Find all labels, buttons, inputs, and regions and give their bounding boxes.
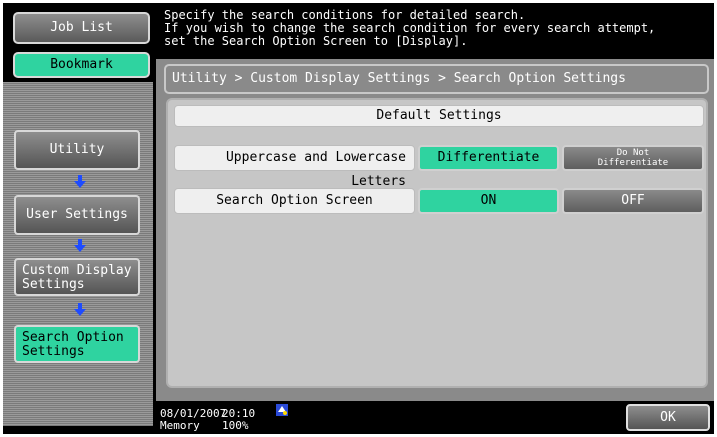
option-label: Do Not [616, 148, 650, 158]
bookmark-button[interactable]: Bookmark [13, 52, 150, 78]
search-option-screen-label: Search Option Screen [174, 188, 415, 214]
on-button[interactable]: ON [418, 188, 559, 214]
do-not-differentiate-button[interactable]: Do Not Differentiate [562, 145, 704, 171]
sidebar-item-label: Settings [22, 344, 85, 359]
message-bar: Specify the search conditions for detail… [156, 3, 714, 59]
sidebar-item-label: Settings [22, 277, 85, 292]
message-line: set the Search Option Screen to [Display… [164, 34, 468, 48]
sidebar-item-label: Custom Display [22, 263, 132, 278]
sidebar-item-search-option-settings[interactable]: Search Option Settings [14, 325, 140, 363]
option-label: Differentiate [597, 158, 669, 168]
memory-label: Memory [160, 419, 200, 432]
network-icon [276, 404, 288, 416]
screen: Job List Bookmark Utility User Settings … [0, 0, 717, 437]
down-arrow-icon [74, 239, 86, 252]
sidebar-item-user-settings[interactable]: User Settings [14, 195, 140, 235]
sidebar-item-utility[interactable]: Utility [14, 130, 140, 170]
differentiate-button[interactable]: Differentiate [418, 145, 559, 171]
breadcrumb: Utility > Custom Display Settings > Sear… [164, 64, 709, 94]
sidebar-item-label: Search Option [22, 330, 124, 345]
uppercase-lowercase-label: Uppercase and Lowercase Letters [174, 145, 415, 189]
status-time: 20:10 100% [222, 408, 255, 432]
default-settings-header: Default Settings [174, 105, 704, 127]
status-date: 08/01/2007 Memory [160, 408, 226, 432]
memory-value: 100% [222, 419, 249, 432]
settings-content [166, 98, 708, 388]
sidebar-item-custom-display-settings[interactable]: Custom Display Settings [14, 258, 140, 296]
down-arrow-icon [74, 175, 86, 188]
ok-button[interactable]: OK [626, 404, 710, 431]
job-list-button[interactable]: Job List [13, 12, 150, 44]
down-arrow-icon [74, 303, 86, 316]
off-button[interactable]: OFF [562, 188, 704, 214]
